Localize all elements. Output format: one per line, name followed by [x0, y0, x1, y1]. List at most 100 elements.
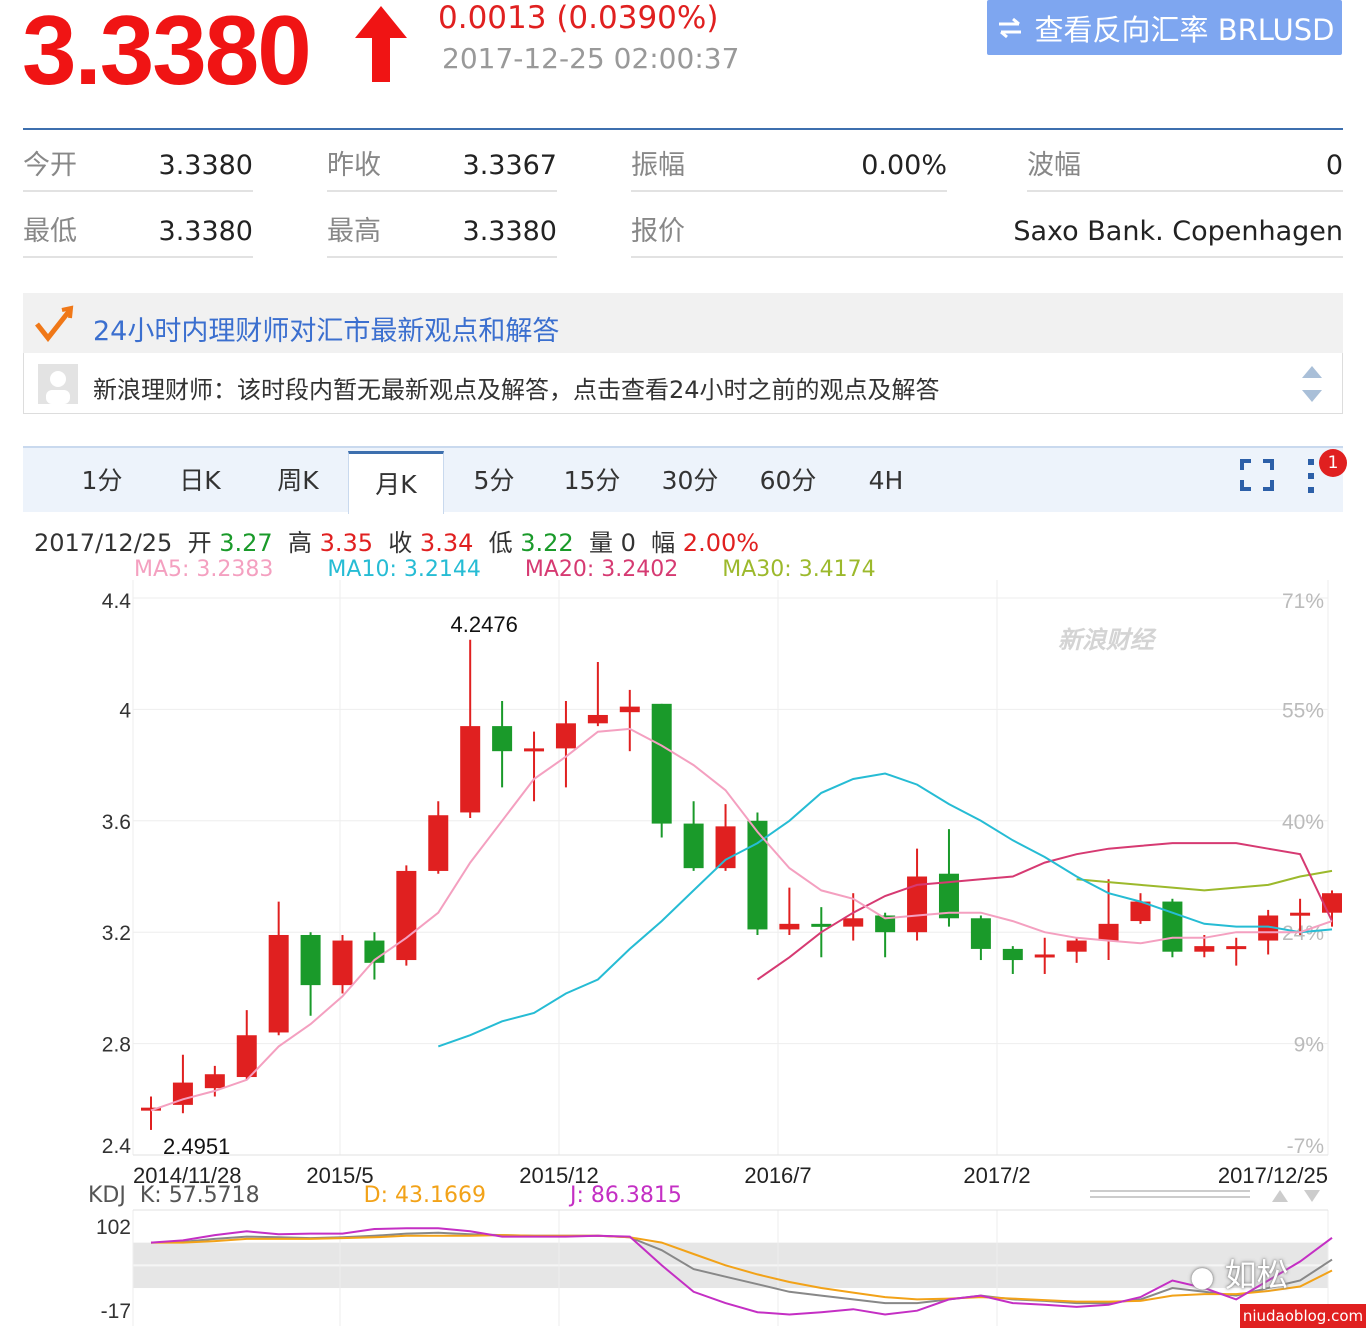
scroll-updown-icon[interactable]	[1300, 364, 1324, 404]
stat-value: Saxo Bank. Copenhagen	[1013, 216, 1343, 247]
pct-tick-label: 9%	[1294, 1034, 1324, 1057]
tab-30min[interactable]: 30分	[650, 448, 730, 510]
stat-value: 0	[1325, 150, 1343, 181]
candle-body	[811, 923, 832, 927]
site-watermark: niudaoblog.com	[1240, 1304, 1366, 1328]
candle-body	[300, 934, 321, 986]
tab-5min[interactable]: 5分	[454, 448, 534, 510]
ma5-legend: MA5: 3.2383	[134, 557, 274, 582]
y-tick-label: 3.6	[102, 811, 131, 834]
up-arrow-icon	[355, 6, 407, 82]
more-options-icon[interactable]	[1304, 459, 1318, 493]
author-watermark-text: 如松	[1224, 1256, 1289, 1294]
stat-volatility: 波幅 0	[1027, 142, 1343, 192]
header-divider	[23, 128, 1343, 130]
candle-body	[1322, 893, 1342, 913]
stat-label: 报价	[631, 216, 685, 247]
info-close: 3.34	[419, 529, 474, 557]
candle-body	[843, 918, 864, 927]
tab-weekly[interactable]: 周K	[258, 448, 338, 510]
y-tick-label: 3.2	[102, 922, 131, 945]
quote-timestamp: 2017-12-25 02:00:37	[442, 42, 740, 75]
rate-change: 0.0013 (0.0390%)	[438, 0, 719, 36]
info-volume: 0	[620, 529, 636, 557]
candle-body	[236, 1035, 257, 1078]
stat-high: 最高 3.3380	[327, 208, 557, 258]
min-annotation: 2.4951	[163, 1134, 230, 1159]
candle-body	[1194, 946, 1215, 952]
kdj-tick-label: -17	[101, 1300, 131, 1323]
fullscreen-icon[interactable]	[1240, 459, 1274, 491]
wechat-icon: ●	[1190, 1260, 1215, 1293]
trend-icon	[35, 305, 74, 342]
stat-label: 振幅	[631, 150, 685, 181]
info-open: 3.27	[219, 529, 273, 557]
pct-tick-label: 71%	[1282, 590, 1324, 613]
tab-15min[interactable]: 15分	[552, 448, 632, 510]
candlestick-chart[interactable]: 4.4 71%4 55%3.6 40%3.2 24%2.8 9%2.4 -7%2014/11…	[0, 580, 1369, 1190]
y-tick-label: 2.8	[102, 1034, 131, 1057]
analyst-title-link[interactable]: 24小时内理财师对汇市最新观点和解答	[93, 309, 559, 348]
info-date: 2017/12/25	[34, 529, 173, 557]
candle-body	[938, 873, 959, 919]
candle-body	[524, 748, 545, 752]
candle-body	[460, 726, 481, 813]
author-watermark: ● 如松	[1190, 1250, 1289, 1296]
info-open-label: 开	[187, 529, 212, 557]
candle-body	[683, 823, 704, 869]
tab-daily[interactable]: 日K	[160, 448, 240, 510]
candle-body	[619, 706, 640, 713]
stat-label: 最低	[23, 216, 77, 247]
y-tick-label: 2.4	[102, 1135, 132, 1158]
ma-legend: MA5: 3.2383 MA10: 3.2144 MA20: 3.2402 MA…	[134, 557, 876, 582]
candle-body	[1066, 940, 1087, 952]
candle-body	[428, 815, 449, 871]
candle-body	[1226, 946, 1247, 950]
ma10-line	[437, 772, 1333, 1048]
candle-body	[1098, 923, 1119, 941]
candle-body	[1290, 912, 1311, 916]
stat-quote-source: 报价 Saxo Bank. Copenhagen	[631, 208, 1343, 258]
max-annotation: 4.2476	[451, 612, 518, 637]
stat-label: 波幅	[1027, 150, 1081, 181]
stat-value: 3.3380	[462, 216, 557, 247]
stat-value: 3.3380	[158, 150, 253, 181]
analyst-message-link[interactable]: 新浪理财师：该时段内暂无最新观点及解答，点击查看24小时之前的观点及解答	[93, 370, 940, 405]
ma5-line	[150, 727, 1333, 1112]
kdj-tick-label: 102	[96, 1216, 131, 1239]
stat-label: 昨收	[327, 150, 381, 181]
candle-body	[1002, 948, 1023, 961]
stat-value: 3.3380	[158, 216, 253, 247]
stat-value: 3.3367	[462, 150, 557, 181]
info-low-label: 低	[488, 529, 513, 557]
notification-badge[interactable]: 1	[1319, 449, 1347, 477]
candle-body	[396, 870, 417, 961]
stat-low: 最低 3.3380	[23, 208, 253, 258]
info-close-label: 收	[388, 529, 413, 557]
candle-body	[268, 934, 289, 1033]
candle-body	[204, 1074, 225, 1089]
ma30-line	[1076, 869, 1333, 892]
y-tick-label: 4	[119, 699, 131, 722]
candle-body	[555, 723, 576, 749]
swap-icon	[998, 17, 1021, 38]
candle-info: 2017/12/25 开 3.27 高 3.35 收 3.34 低 3.22 量…	[34, 523, 759, 558]
tab-4h[interactable]: 4H	[846, 448, 926, 510]
ma30-legend: MA30: 3.4174	[722, 557, 876, 582]
candle-body	[715, 826, 736, 869]
candle-body	[970, 918, 991, 949]
tab-monthly[interactable]: 月K	[348, 451, 444, 514]
candle-body	[651, 703, 672, 824]
candle-body	[332, 940, 353, 986]
stat-label: 最高	[327, 216, 381, 247]
ma10-legend: MA10: 3.2144	[327, 557, 481, 582]
current-rate: 3.3380	[22, 0, 312, 105]
pct-tick-label: 55%	[1282, 699, 1324, 722]
tab-60min[interactable]: 60分	[748, 448, 828, 510]
kdj-chart[interactable]: 102 -17	[0, 1182, 1369, 1332]
candle-body	[1162, 901, 1183, 952]
reverse-rate-button[interactable]: 查看反向汇率 BRLUSD	[987, 0, 1342, 55]
ma20-legend: MA20: 3.2402	[524, 557, 679, 582]
pct-tick-label: 40%	[1282, 811, 1324, 834]
tab-1min[interactable]: 1分	[62, 448, 142, 510]
